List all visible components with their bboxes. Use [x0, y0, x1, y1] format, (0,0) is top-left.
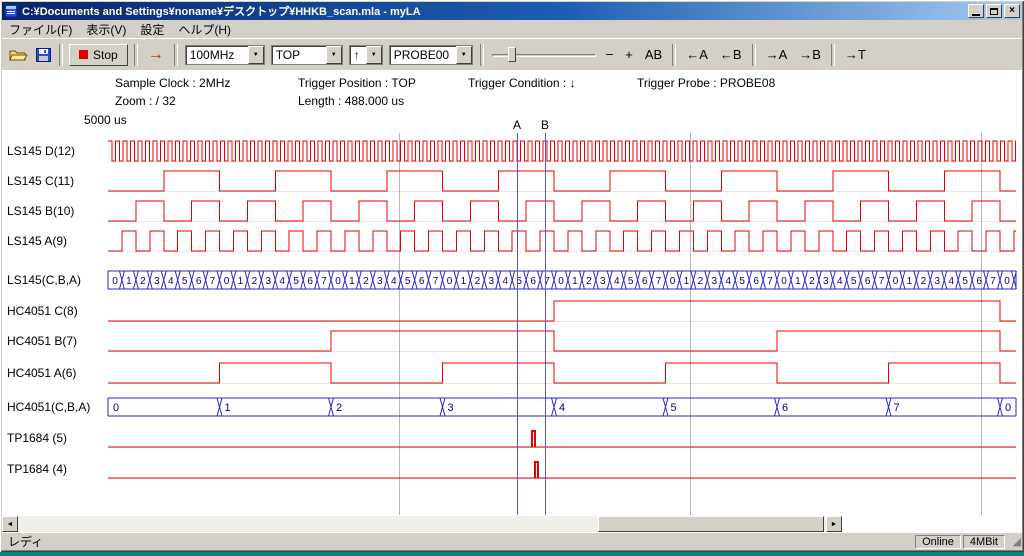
- status-online: Online: [915, 535, 961, 549]
- waveform-area[interactable]: [2, 70, 1022, 532]
- channel-label: LS145 C(11): [7, 174, 74, 188]
- scrollbar-track[interactable]: [18, 516, 826, 532]
- zoom-out-button[interactable]: −: [600, 45, 620, 64]
- chevron-down-icon[interactable]: ▼: [366, 46, 382, 64]
- channel-label: TP1684 (4): [7, 462, 67, 476]
- titlebar[interactable]: C:¥Documents and Settings¥noname¥デスクトップ¥…: [2, 2, 1022, 20]
- channel-label: TP1684 (5): [7, 431, 67, 445]
- menu-help[interactable]: ヘルプ(H): [171, 19, 238, 40]
- ab-cursors-button[interactable]: AB: [639, 45, 668, 64]
- floppy-icon: [36, 48, 51, 62]
- toolbar: Stop → 100MHz ▼ TOP ▼ ↑ ▼ PROBE00 ▼ − + …: [2, 38, 1022, 70]
- trigger-probe-info: Trigger Probe : PROBE08: [637, 76, 775, 90]
- toolbar-separator: [174, 44, 178, 66]
- length-info: Length : 488.000 us: [298, 94, 404, 108]
- stop-label: Stop: [93, 48, 118, 62]
- menu-view[interactable]: 表示(V): [79, 19, 133, 40]
- status-text: レディ: [2, 533, 915, 550]
- app-window: C:¥Documents and Settings¥noname¥デスクトップ¥…: [0, 0, 1024, 552]
- toolbar-separator: [134, 44, 138, 66]
- trigger-position-value: TOP: [272, 46, 326, 64]
- sample-clock-info: Sample Clock : 2MHz: [115, 76, 230, 90]
- chevron-down-icon[interactable]: ▼: [456, 46, 472, 64]
- save-button[interactable]: [31, 43, 55, 67]
- sample-clock-value: 100MHz: [186, 46, 248, 64]
- set-cursor-a-button[interactable]: →A: [760, 45, 794, 64]
- trigger-condition-info: Trigger Condition : ↓: [468, 76, 576, 90]
- goto-cursor-b-button[interactable]: ←B: [714, 45, 748, 64]
- scrollbar-thumb[interactable]: [598, 516, 824, 532]
- menubar: ファイル(F) 表示(V) 設定 ヘルプ(H): [2, 20, 1022, 38]
- channel-label: HC4051 B(7): [7, 334, 77, 348]
- channel-label: HC4051 A(6): [7, 366, 76, 380]
- status-memory: 4MBit: [963, 535, 1005, 549]
- goto-cursor-a-button[interactable]: ←A: [680, 45, 714, 64]
- minimize-button[interactable]: [968, 4, 984, 18]
- statusbar: レディ Online 4MBit ◢: [2, 532, 1022, 550]
- app-icon: [4, 4, 18, 18]
- zoom-slider[interactable]: [490, 44, 598, 66]
- channel-label: LS145 D(12): [7, 144, 75, 158]
- menu-settings[interactable]: 設定: [133, 19, 171, 40]
- trigger-probe-select[interactable]: PROBE00 ▼: [389, 45, 473, 65]
- goto-trigger-button[interactable]: →T: [839, 45, 872, 64]
- channel-label: HC4051(C,B,A): [7, 400, 90, 414]
- trigger-probe-value: PROBE00: [390, 46, 456, 64]
- scroll-right-icon[interactable]: ►: [826, 516, 842, 532]
- channel-label: LS145 A(9): [7, 234, 67, 248]
- trigger-position-info: Trigger Position : TOP: [298, 76, 416, 90]
- close-button[interactable]: ×: [1004, 4, 1020, 18]
- set-cursor-b-button[interactable]: →B: [793, 45, 827, 64]
- toolbar-separator: [831, 44, 835, 66]
- window-title: C:¥Documents and Settings¥noname¥デスクトップ¥…: [22, 3, 966, 19]
- folder-open-icon: [9, 48, 28, 62]
- open-button[interactable]: [6, 43, 31, 67]
- stop-icon: [79, 50, 88, 59]
- channel-label: LS145 B(10): [7, 204, 74, 218]
- zoom-in-button[interactable]: +: [619, 45, 639, 64]
- toolbar-separator: [480, 44, 484, 66]
- resize-grip-icon[interactable]: ◢: [1007, 535, 1021, 549]
- menu-file[interactable]: ファイル(F): [2, 19, 79, 40]
- trigger-position-select[interactable]: TOP ▼: [271, 45, 343, 65]
- toolbar-separator: [752, 44, 756, 66]
- horizontal-scrollbar[interactable]: ◄ ►: [2, 516, 842, 532]
- toolbar-separator: [59, 44, 63, 66]
- chevron-down-icon[interactable]: ▼: [248, 46, 264, 64]
- sample-clock-select[interactable]: 100MHz ▼: [185, 45, 265, 65]
- trigger-edge-value: ↑: [350, 46, 366, 64]
- chevron-down-icon[interactable]: ▼: [326, 46, 342, 64]
- stop-button[interactable]: Stop: [69, 44, 128, 66]
- zoom-info: Zoom : / 32: [115, 94, 176, 108]
- trigger-edge-select[interactable]: ↑ ▼: [349, 45, 383, 65]
- time-origin-label: 5000 us: [84, 113, 127, 127]
- scroll-left-icon[interactable]: ◄: [2, 516, 18, 532]
- slider-thumb[interactable]: [508, 47, 516, 62]
- channel-label: HC4051 C(8): [7, 304, 78, 318]
- run-button[interactable]: →: [142, 46, 170, 64]
- toolbar-separator: [672, 44, 676, 66]
- maximize-button[interactable]: [986, 4, 1002, 18]
- channel-label: LS145(C,B,A): [7, 273, 81, 287]
